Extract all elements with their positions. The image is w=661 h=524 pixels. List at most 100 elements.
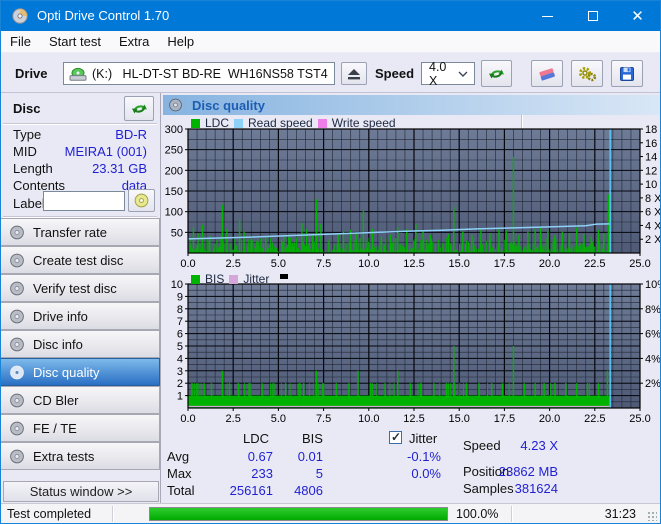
svg-text:20.0: 20.0 [539, 413, 560, 425]
disc-icon [10, 309, 24, 323]
maximize-button[interactable] [570, 1, 615, 31]
ldc-plot: 300 250 200 150 100 50 18 X 16 X 14 X12 X 10 X 8 X… [165, 124, 661, 269]
eject-icon [348, 68, 360, 79]
refresh-icon [489, 69, 504, 78]
svg-text:7: 7 [177, 316, 183, 328]
toolbar: Drive (K:) HL-DT-ST BD-RE WH16NS58 TST4 … [1, 53, 660, 138]
samples-result-value: 381624 [514, 481, 558, 496]
page-title: Disc quality [192, 97, 265, 113]
close-icon: ✕ [631, 7, 644, 25]
sidebar-item-extra-tests[interactable]: Extra tests [1, 442, 160, 470]
svg-text:17.5: 17.5 [494, 258, 515, 269]
results-panel: LDC BIS Jitter Avg Max Total 0.67 233 25… [161, 426, 660, 503]
total-ldc: 256161 [229, 483, 273, 498]
menu-bar: File Start test Extra Help [1, 31, 660, 53]
sidebar-item-verify-test-disc[interactable]: Verify test disc [1, 274, 160, 302]
jitter-checkbox[interactable] [389, 430, 402, 444]
menu-extra[interactable]: Extra [110, 31, 158, 52]
svg-text:3: 3 [177, 366, 183, 378]
svg-text:4%: 4% [645, 353, 661, 365]
eraser-icon [539, 67, 555, 81]
svg-text:4: 4 [177, 353, 183, 365]
sidebar-item-transfer-rate[interactable]: Transfer rate [1, 218, 160, 246]
menu-start-test[interactable]: Start test [40, 31, 110, 52]
col-header-jitter: Jitter [409, 431, 438, 446]
svg-text:5.0: 5.0 [271, 413, 286, 425]
status-window-button[interactable]: Status window >> [3, 481, 159, 502]
drive-select[interactable]: (K:) HL-DT-ST BD-RE WH16NS58 TST4 [63, 62, 335, 85]
ldc-chart: LDC Read speed Write speed 300 250 200 150 1… [161, 115, 661, 269]
title-bar: Opti Drive Control 1.70 ✕ [1, 1, 660, 31]
svg-text:0.0: 0.0 [180, 413, 195, 425]
bis-chart-legend: BIS Jitter [191, 272, 289, 286]
label-input[interactable] [43, 191, 125, 211]
speed-select[interactable]: 4.0 X [421, 59, 475, 88]
svg-text:150: 150 [165, 186, 183, 198]
svg-text:1: 1 [177, 391, 183, 403]
svg-text:7.5: 7.5 [316, 258, 331, 269]
avg-jitter: -0.1% [407, 449, 441, 464]
bis-legend-swatch [191, 274, 200, 284]
svg-text:12 X: 12 X [645, 165, 661, 177]
bis-jitter-chart: BIS Jitter 10987654321 10% 8% 6% 4% 2% 0.0 2.5 5… [161, 269, 661, 426]
close-button[interactable]: ✕ [615, 1, 660, 31]
divider [511, 506, 512, 522]
drive-label: Drive [15, 66, 48, 81]
save-button[interactable] [611, 60, 643, 87]
svg-text:7.5: 7.5 [316, 413, 331, 425]
svg-text:50: 50 [171, 227, 183, 239]
svg-text:22.5: 22.5 [584, 258, 605, 269]
col-header-bis: BIS [302, 431, 323, 446]
sidebar-item-disc-info[interactable]: Disc info [1, 330, 160, 358]
svg-text:2: 2 [177, 378, 183, 390]
progress-percent: 100.0% [456, 507, 499, 521]
drive-disc-icon [69, 67, 87, 81]
svg-text:6: 6 [177, 329, 183, 341]
svg-text:6 X: 6 X [645, 207, 661, 219]
menu-help[interactable]: Help [158, 31, 203, 52]
sidebar-item-create-test-disc[interactable]: Create test disc [1, 246, 160, 274]
jitter-legend-swatch [229, 274, 239, 284]
erase-disc-button[interactable] [531, 60, 563, 87]
sidebar-item-drive-info[interactable]: Drive info [1, 302, 160, 330]
sidebar-item-disc-quality[interactable]: Disc quality [1, 358, 160, 386]
svg-text:25.0: 25.0 [629, 258, 650, 269]
svg-text:5.0: 5.0 [271, 258, 286, 269]
svg-text:2.5: 2.5 [226, 413, 241, 425]
svg-text:8 X: 8 X [645, 193, 661, 205]
svg-text:2.5: 2.5 [226, 258, 241, 269]
speed-result-value: 4.23 X [520, 438, 558, 453]
svg-text:4 X: 4 X [645, 220, 661, 232]
eject-button[interactable] [341, 62, 367, 85]
sidebar-item-cd-bler[interactable]: CD Bler [1, 386, 160, 414]
divider [3, 216, 157, 217]
gears-icon [579, 66, 597, 81]
status-bar: Test completed 100.0% 31:23 [1, 503, 660, 523]
progress-bar [149, 507, 448, 521]
svg-text:2 X: 2 X [645, 234, 661, 246]
svg-text:22.5: 22.5 [584, 413, 605, 425]
svg-text:6%: 6% [645, 329, 661, 341]
svg-text:10.0: 10.0 [358, 258, 379, 269]
svg-text:10.0: 10.0 [358, 413, 379, 425]
refresh-button[interactable] [481, 60, 512, 87]
read-speed-legend-swatch [234, 118, 244, 128]
menu-file[interactable]: File [1, 31, 40, 52]
status-text: Test completed [7, 507, 92, 521]
disc-icon [10, 281, 24, 295]
svg-text:12.5: 12.5 [403, 413, 424, 425]
write-label-button[interactable] [128, 189, 155, 212]
disc-icon [10, 337, 24, 351]
svg-text:8: 8 [177, 304, 183, 316]
speed-value: 4.0 X [429, 59, 447, 88]
sidebar-item-fe-te[interactable]: FE / TE [1, 414, 160, 442]
disc-refresh-button[interactable] [124, 96, 154, 121]
resize-grip[interactable] [647, 511, 657, 521]
settings-button[interactable] [571, 60, 603, 87]
disc-mid-value: MEIRA1 (001) [64, 144, 147, 159]
minimize-button[interactable] [525, 1, 570, 31]
drive-value: (K:) HL-DT-ST BD-RE WH16NS58 TST4 [92, 66, 328, 81]
disc-icon [10, 225, 24, 239]
row-label-max: Max [167, 466, 192, 481]
sidebar: Disc Type BD-R MID MEIRA1 (001) Length 23.3… [1, 93, 161, 503]
